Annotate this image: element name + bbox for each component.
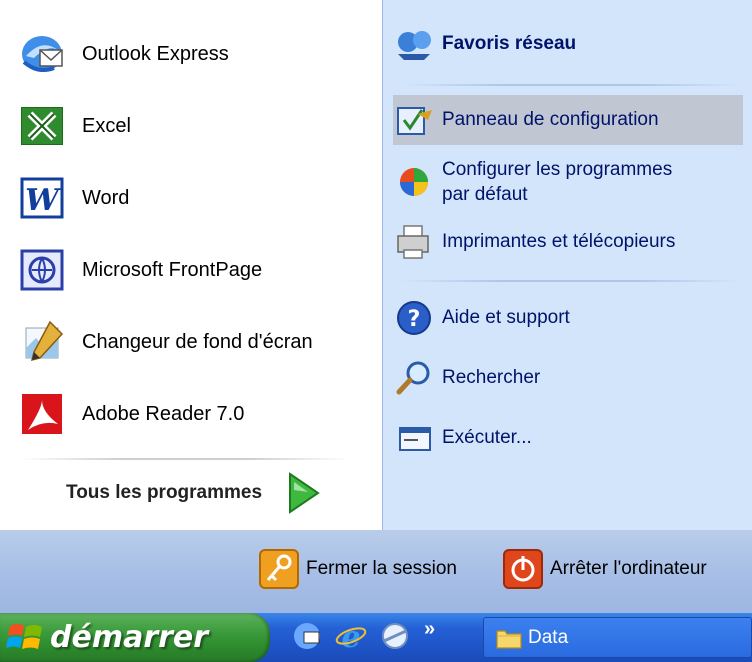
default-programs-icon (400, 168, 428, 196)
separator (400, 84, 740, 86)
control-panel-item[interactable]: Panneau de configuration (394, 100, 744, 140)
program-label: Excel (82, 114, 131, 137)
frontpage-icon (20, 249, 64, 291)
start-menu-bottom-bar: Fermer la session Arrêter l'ordinateur (0, 530, 752, 613)
separator (20, 458, 350, 460)
help-icon: ? (397, 301, 431, 335)
program-label: Changeur de fond d'écran (82, 330, 313, 353)
all-programs-button[interactable]: Tous les programmes (66, 472, 320, 514)
taskbar-window-data[interactable]: Data (483, 617, 752, 658)
quick-launch-overflow-chevron[interactable]: » (424, 618, 435, 641)
svg-text:?: ? (408, 307, 421, 332)
program-outlook-express[interactable]: Outlook Express (18, 24, 373, 84)
run-label: Exécuter... (442, 427, 532, 448)
excel-icon (21, 107, 63, 145)
program-word[interactable]: W Word (18, 168, 373, 228)
power-icon (503, 549, 543, 589)
start-label: démarrer (50, 620, 209, 655)
outlook-express-icon (22, 36, 63, 72)
svg-text:e: e (341, 620, 360, 653)
logoff-button[interactable]: Fermer la session (258, 548, 457, 590)
svg-text:W: W (25, 183, 62, 218)
search-label: Rechercher (442, 367, 541, 388)
quick-launch: e » (290, 618, 435, 653)
network-places-icon (398, 31, 431, 60)
program-adobe-reader[interactable]: Adobe Reader 7.0 (18, 384, 373, 444)
program-excel[interactable]: Excel (18, 96, 373, 156)
logoff-label: Fermer la session (306, 558, 457, 579)
shutdown-button[interactable]: Arrêter l'ordinateur (502, 548, 707, 590)
key-icon (259, 549, 299, 589)
wallpaper-changer-icon (25, 320, 64, 362)
run-icon (399, 427, 431, 451)
windows-logo-icon (6, 623, 42, 649)
program-label: Outlook Express (82, 42, 229, 65)
start-menu: Outlook Express Excel W Word Microsoft F… (0, 0, 752, 530)
help-label: Aide et support (442, 307, 570, 328)
run-item[interactable]: Exécuter... (394, 418, 744, 458)
taskbar-window-label: Data (528, 626, 569, 648)
all-programs-label: Tous les programmes (66, 482, 263, 503)
default-programs-item[interactable]: Configurer les programmes par défaut (394, 152, 744, 212)
green-arrow-icon (289, 472, 320, 514)
word-icon: W (20, 177, 64, 219)
printers-label: Imprimantes et télécopieurs (442, 231, 676, 252)
printers-icon (397, 225, 429, 259)
default-programs-label-line2: par défaut (442, 184, 528, 205)
program-frontpage[interactable]: Microsoft FrontPage (18, 240, 373, 300)
program-label: Microsoft FrontPage (82, 258, 263, 281)
program-wallpaper-changer[interactable]: Changeur de fond d'écran (18, 312, 373, 372)
search-item[interactable]: Rechercher (394, 358, 744, 398)
taskbar: démarrer e » Data (0, 613, 752, 662)
help-item[interactable]: ? Aide et support (394, 298, 744, 338)
program-label: Adobe Reader 7.0 (82, 402, 245, 425)
control-panel-label: Panneau de configuration (442, 109, 659, 130)
separator (400, 280, 740, 282)
outlook-express-icon[interactable] (290, 619, 324, 653)
search-icon (396, 361, 430, 395)
program-label: Word (82, 186, 130, 209)
network-places-label: Favoris réseau (442, 33, 577, 54)
start-button[interactable]: démarrer (0, 613, 270, 662)
internet-explorer-icon[interactable]: e (334, 619, 368, 653)
shutdown-label: Arrêter l'ordinateur (550, 558, 707, 579)
default-programs-label-line1: Configurer les programmes (442, 159, 673, 180)
browser-icon[interactable] (378, 619, 412, 653)
control-panel-icon (397, 107, 432, 135)
folder-icon (496, 629, 522, 649)
network-places-item[interactable]: Favoris réseau (394, 22, 744, 66)
printers-item[interactable]: Imprimantes et télécopieurs (394, 222, 744, 262)
adobe-reader-icon (22, 394, 62, 434)
